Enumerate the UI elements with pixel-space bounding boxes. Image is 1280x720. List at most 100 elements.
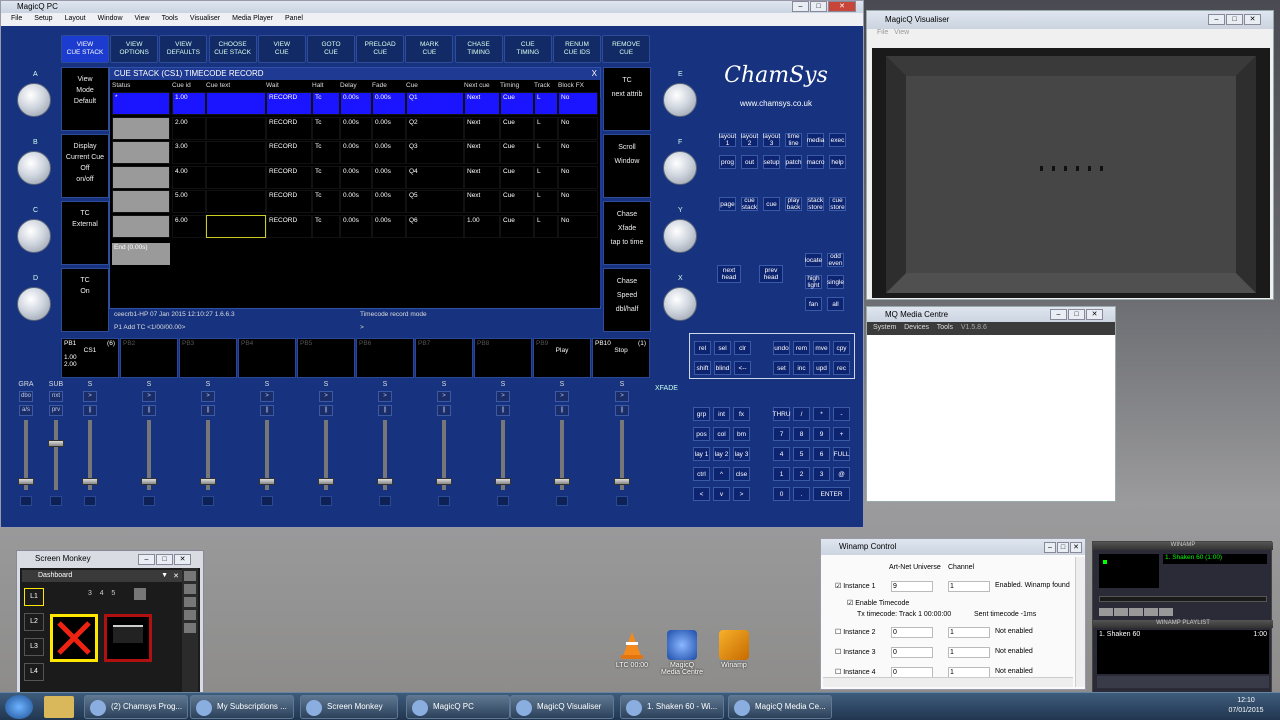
fader[interactable]: S > ||: [480, 381, 526, 521]
flash-button[interactable]: [497, 496, 509, 506]
page-button[interactable]: [134, 588, 146, 600]
cue-cell[interactable]: 0.00s: [340, 92, 372, 115]
num-key[interactable]: FULL: [833, 447, 850, 461]
cue-cell[interactable]: No: [558, 190, 598, 214]
menu-tools[interactable]: Tools: [937, 324, 953, 331]
menu-view[interactable]: View: [129, 13, 156, 26]
cue-cell[interactable]: L: [534, 116, 558, 140]
pause-button[interactable]: ||: [142, 405, 156, 416]
tool-icon[interactable]: [184, 584, 196, 594]
cue-cell[interactable]: [112, 116, 170, 140]
window-key[interactable]: layout 3: [763, 133, 780, 147]
cue-cell[interactable]: 0.00s: [372, 116, 406, 140]
taskbar-item[interactable]: MagicQ Media Ce...: [728, 695, 832, 719]
minimize-button[interactable]: –: [138, 554, 155, 565]
fader-track[interactable]: [318, 420, 334, 490]
flash-button[interactable]: [84, 496, 96, 506]
cue-cell[interactable]: Next: [464, 116, 500, 140]
softkey-cue-timing[interactable]: CUE TIMING: [503, 35, 552, 63]
menu-panel[interactable]: Panel: [279, 13, 309, 26]
dbo-button[interactable]: dbo: [19, 391, 33, 402]
group-key[interactable]: ctrl: [693, 467, 710, 481]
fader[interactable]: S > ||: [126, 381, 172, 521]
group-key[interactable]: lay 2: [713, 447, 730, 461]
cue-cell[interactable]: Cue: [500, 116, 534, 140]
playback-pb6[interactable]: PB6: [356, 338, 414, 378]
close-button[interactable]: ✕: [174, 554, 191, 565]
instance-checkbox[interactable]: ☐ Instance 2: [835, 628, 876, 636]
flash-button[interactable]: [202, 496, 214, 506]
softkey-view-cue-stack[interactable]: VIEW CUE STACK: [61, 35, 109, 63]
fader[interactable]: GRA dbo a/s: [11, 381, 41, 521]
encoder-y[interactable]: [663, 219, 697, 253]
num-key[interactable]: /: [793, 407, 810, 421]
cue-cell[interactable]: 1.00: [172, 92, 206, 115]
left-softkey-panel[interactable]: Display Current Cue Off on/off: [61, 134, 109, 198]
fader-track[interactable]: [48, 420, 64, 490]
cue-cell[interactable]: [206, 215, 266, 238]
fader-track[interactable]: [200, 420, 216, 490]
next-icon[interactable]: [1159, 608, 1173, 616]
cue-cell[interactable]: 0.00s: [372, 141, 406, 165]
tool-icon[interactable]: [184, 571, 196, 581]
cue-cell[interactable]: 0.00s: [340, 165, 372, 189]
encoder-c[interactable]: [17, 219, 51, 253]
group-key[interactable]: fx: [733, 407, 750, 421]
cue-cell[interactable]: 0.00s: [372, 165, 406, 189]
cue-cell[interactable]: L: [534, 92, 558, 115]
fader[interactable]: S > ||: [185, 381, 231, 521]
window-key[interactable]: patch: [785, 155, 802, 169]
menu-setup[interactable]: Setup: [28, 13, 58, 26]
num-key[interactable]: -: [833, 407, 850, 421]
fader-thumb[interactable]: [436, 478, 452, 485]
taskbar-item[interactable]: MagicQ Visualiser: [510, 695, 614, 719]
fader-track[interactable]: [495, 420, 511, 490]
go-button[interactable]: >: [615, 391, 629, 402]
fader[interactable]: S > ||: [244, 381, 290, 521]
fader-thumb[interactable]: [82, 478, 98, 485]
dashboard-tab[interactable]: Dashboard ▼ ✕: [22, 570, 182, 582]
playlist[interactable]: 1. Shaken 60 1:00: [1097, 630, 1269, 674]
channel-input[interactable]: [948, 647, 990, 658]
fader-track[interactable]: [377, 420, 393, 490]
cue-cell[interactable]: Tc: [312, 165, 340, 189]
cue-cell[interactable]: No: [558, 215, 598, 238]
desktop-icon-ltc[interactable]: LTC 00:00: [604, 630, 660, 669]
menu-tools[interactable]: Tools: [156, 13, 184, 26]
group-key[interactable]: int: [713, 407, 730, 421]
taskbar-item[interactable]: Screen Monkey: [300, 695, 398, 719]
right-softkey-panel[interactable]: TC next attrib: [603, 67, 651, 131]
playback-pb7[interactable]: PB7: [415, 338, 473, 378]
layer-l3[interactable]: L3: [24, 638, 44, 656]
window-key[interactable]: help: [829, 155, 846, 169]
vertical-scrollbar[interactable]: [1075, 557, 1085, 687]
softkey-view-cue[interactable]: VIEW CUE: [257, 35, 306, 63]
universe-input[interactable]: [891, 647, 933, 658]
softkey-choose-cue-stack[interactable]: CHOOSE CUE STACK: [208, 35, 257, 63]
num-key[interactable]: .: [793, 487, 810, 501]
playback-pb1[interactable]: PB1 (6) CS1 1.00 2.00: [61, 338, 119, 378]
flash-button[interactable]: [143, 496, 155, 506]
pause-button[interactable]: ||: [437, 405, 451, 416]
left-softkey-panel[interactable]: View Mode Default: [61, 67, 109, 131]
cue-cell[interactable]: No: [558, 116, 598, 140]
softkey-renum-cue-ids[interactable]: RENUM CUE IDS: [553, 35, 601, 63]
minimize-button[interactable]: –: [1050, 309, 1067, 320]
channel-input[interactable]: [948, 581, 990, 592]
playlist-controls[interactable]: [1097, 676, 1269, 688]
cue-cell[interactable]: No: [558, 165, 598, 189]
flash-button[interactable]: [616, 496, 628, 506]
num-key[interactable]: 7: [773, 427, 790, 441]
fader[interactable]: S > ||: [67, 381, 113, 521]
group-key[interactable]: >: [733, 487, 750, 501]
go-button[interactable]: >: [437, 391, 451, 402]
cue-cell[interactable]: Tc: [312, 215, 340, 238]
flash-button[interactable]: [438, 496, 450, 506]
fader[interactable]: S > ||: [421, 381, 467, 521]
group-key[interactable]: bm: [733, 427, 750, 441]
universe-input[interactable]: [891, 627, 933, 638]
taskbar-item[interactable]: My Subscriptions ...: [190, 695, 294, 719]
fader[interactable]: S > ||: [362, 381, 408, 521]
cue-row[interactable]: 5.00 RECORD Tc 0.00s 0.00s Q5 Next Cue L No: [110, 190, 600, 214]
window-key[interactable]: out: [741, 155, 758, 169]
